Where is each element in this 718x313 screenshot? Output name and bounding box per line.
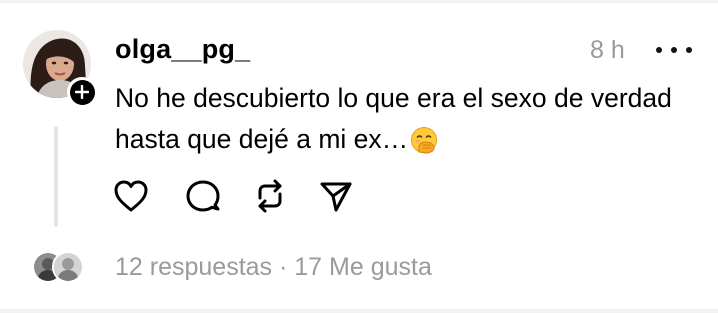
comment-icon <box>186 180 220 212</box>
more-options-button[interactable] <box>656 36 692 64</box>
replier-avatar <box>52 251 84 283</box>
more-dot-icon <box>671 47 677 53</box>
likes-count[interactable]: 17 Me gusta <box>294 253 432 281</box>
face-with-hand-over-mouth-icon <box>410 125 438 166</box>
more-dot-icon <box>686 47 692 53</box>
thread-line <box>54 126 58 227</box>
repost-icon <box>258 179 282 213</box>
replies-count[interactable]: 12 respuestas <box>115 253 272 281</box>
author-username[interactable]: olga__pg_ <box>115 34 250 65</box>
bottom-divider <box>0 309 718 313</box>
stats-separator: · <box>279 253 288 281</box>
post-text: No he descubierto lo que era el sexo de … <box>115 83 672 154</box>
like-button[interactable] <box>111 176 151 216</box>
post-body: No he descubierto lo que era el sexo de … <box>115 78 705 166</box>
repost-button[interactable] <box>250 176 290 216</box>
plus-icon <box>69 79 95 105</box>
send-icon <box>320 182 352 212</box>
post-timestamp: 8 h <box>590 36 625 64</box>
share-button[interactable] <box>316 176 356 216</box>
post-stats: 12 respuestas · 17 Me gusta <box>115 253 432 282</box>
follow-button[interactable] <box>67 77 97 107</box>
thread-post: olga__pg_ 8 h No he descubierto lo que e… <box>0 0 718 313</box>
reply-button[interactable] <box>183 176 223 216</box>
reply-avatars[interactable] <box>32 251 84 283</box>
more-dot-icon <box>656 47 662 53</box>
heart-icon <box>114 180 148 212</box>
top-divider <box>0 0 718 3</box>
